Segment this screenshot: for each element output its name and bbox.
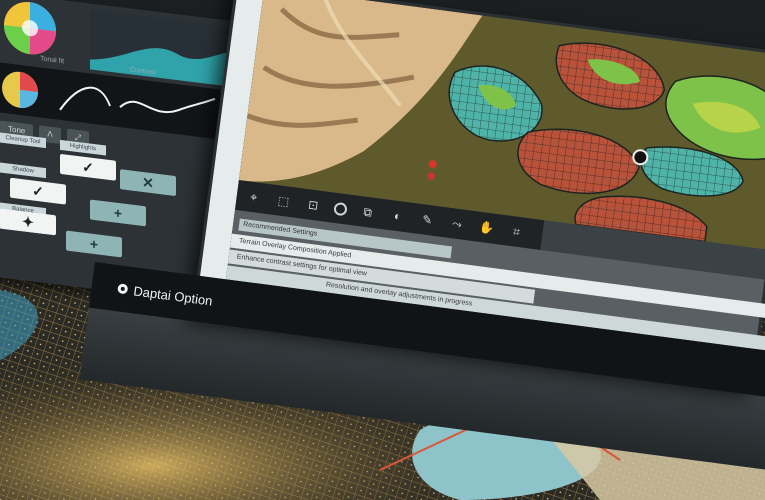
option-icon[interactable] <box>117 283 129 295</box>
record-dot[interactable] <box>428 159 438 169</box>
control-label-1: Highlights <box>60 139 106 156</box>
control-button-2[interactable]: ✓ <box>10 177 66 205</box>
ruler-tool-icon[interactable]: ⌗ <box>507 223 527 241</box>
frame-tool-icon[interactable]: ⬚ <box>274 192 294 210</box>
control-label-2: Shadow <box>0 162 46 179</box>
control-button-3[interactable]: + <box>90 199 146 227</box>
hand-tool-icon[interactable]: ✋ <box>477 219 497 237</box>
control-button-0[interactable]: ✓ <box>60 153 116 181</box>
control-button-4[interactable]: ✦ <box>0 208 56 236</box>
control-button-5[interactable]: + <box>66 230 122 258</box>
layer-tool-icon[interactable]: ⧉ <box>358 203 378 221</box>
control-button-1[interactable]: ✕ <box>120 169 176 197</box>
cursor-tool-icon[interactable]: ⌖ <box>244 188 264 206</box>
edit-tool-icon[interactable]: ✎ <box>417 211 437 229</box>
crop-tool-icon[interactable]: ⊡ <box>303 196 323 214</box>
link-tool-icon[interactable]: ⤳ <box>447 215 467 233</box>
record-dot-secondary[interactable] <box>426 171 436 181</box>
status-label[interactable]: Daptai Option <box>133 283 214 308</box>
point-tool-icon[interactable] <box>333 201 348 216</box>
pan-tool-icon[interactable]: ◐ <box>388 207 408 225</box>
